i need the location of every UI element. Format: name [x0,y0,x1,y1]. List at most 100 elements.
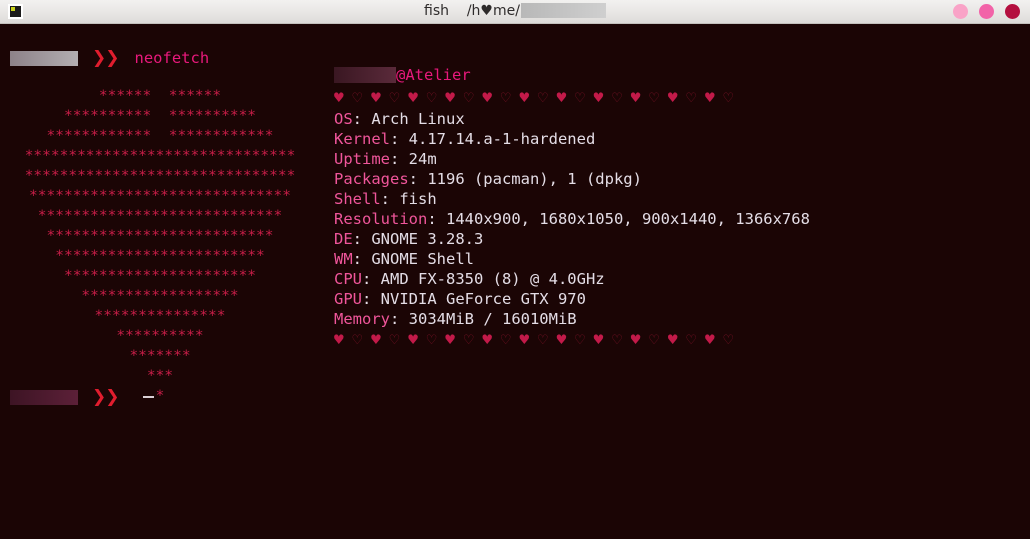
heart-filled-icon: ♥ [408,88,427,107]
neofetch-line-key: CPU [334,270,362,288]
heart-outline-icon: ♡ [352,330,372,349]
prompt-line-bottom[interactable]: ❯❯ [10,387,154,407]
neofetch-line-cpu: CPU: AMD FX-8350 (8) @ 4.0GHz [334,269,810,289]
prompt-chevron-icon-bottom: ❯❯ [92,387,119,407]
heart-filled-icon: ♥ [667,88,687,107]
title-bar: fish /h♥me/ [0,0,1030,24]
heart-filled-icon: ♥ [334,88,353,107]
heart-outline-icon: ♡ [538,88,557,107]
neofetch-line-memory: Memory: 3034MiB / 16010MiB [334,309,810,329]
neofetch-line-value: : AMD FX-8350 (8) @ 4.0GHz [362,270,605,288]
heart-filled-icon: ♥ [482,330,501,349]
neofetch-line-key: Kernel [334,130,390,148]
window-title: fish /h♥me/ [0,0,1030,23]
heart-separator-bottom: ♥♡♥♡♥♡♥♡♥♡♥♡♥♡♥♡♥♡♥♡♥♡ [334,329,810,351]
heart-filled-icon: ♥ [704,88,724,107]
heart-filled-icon: ♥ [445,88,464,107]
neofetch-line-value: : 24m [390,150,437,168]
window-title-path: /h♥me/ [466,3,520,19]
neofetch-line-value: : 1196 (pacman), 1 (dpkg) [408,170,642,188]
heart-outline-icon: ♡ [649,330,668,349]
heart-outline-icon: ♡ [723,88,743,107]
heart-outline-icon: ♡ [686,88,705,107]
heart-filled-icon: ♥ [371,330,390,349]
neofetch-line-value: : NVIDIA GeForce GTX 970 [362,290,586,308]
prompt-user-redacted [10,50,78,66]
window-controls [953,0,1020,23]
neofetch-line-key: GPU [334,290,362,308]
prompt-user-redacted-bottom [10,389,78,405]
neofetch-user-redacted [334,67,396,83]
neofetch-line-key: OS [334,110,353,128]
heart-outline-icon: ♡ [463,330,483,349]
heart-filled-icon: ♥ [593,330,613,349]
neofetch-line-key: Packages [334,170,409,188]
heart-filled-icon: ♥ [630,88,650,107]
heart-filled-icon: ♥ [519,330,539,349]
neofetch-line-key: Uptime [334,150,390,168]
window-title-redacted-user [520,3,606,18]
neofetch-line-value: : fish [380,190,437,208]
heart-outline-icon: ♡ [723,330,743,349]
heart-outline-icon: ♡ [500,330,520,349]
heart-outline-icon: ♡ [649,88,668,107]
heart-outline-icon: ♡ [352,88,372,107]
heart-outline-icon: ♡ [389,330,409,349]
heart-filled-icon: ♥ [445,330,464,349]
heart-outline-icon: ♡ [500,88,520,107]
heart-outline-icon: ♡ [389,88,409,107]
heart-outline-icon: ♡ [575,88,594,107]
heart-outline-icon: ♡ [426,330,446,349]
neofetch-line-packages: Packages: 1196 (pacman), 1 (dpkg) [334,169,810,189]
heart-outline-icon: ♡ [575,330,594,349]
heart-filled-icon: ♥ [482,88,501,107]
neofetch-userhost: @Atelier [334,65,810,86]
heart-filled-icon: ♥ [334,330,353,349]
neofetch-line-value: : Arch Linux [352,110,465,128]
heart-filled-icon: ♥ [593,88,613,107]
close-button[interactable] [1005,4,1020,19]
neofetch-line-value: : GNOME Shell [352,250,474,268]
heart-outline-icon: ♡ [463,88,483,107]
neofetch-line-resolution: Resolution: 1440x900, 1680x1050, 900x144… [334,209,810,229]
heart-separator-top: ♥♡♥♡♥♡♥♡♥♡♥♡♥♡♥♡♥♡♥♡♥♡ [334,87,810,109]
heart-outline-icon: ♡ [538,330,557,349]
neofetch-line-os: OS: Arch Linux [334,109,810,129]
neofetch-line-key: WM [334,250,353,268]
window-title-shell: fish [424,3,450,19]
heart-filled-icon: ♥ [667,330,687,349]
heart-filled-icon: ♥ [408,330,427,349]
neofetch-line-gpu: GPU: NVIDIA GeForce GTX 970 [334,289,810,309]
neofetch-line-value: : GNOME 3.28.3 [352,230,484,248]
text-cursor [142,396,154,398]
heart-outline-icon: ♡ [426,88,446,107]
neofetch-line-key: Resolution [334,210,428,228]
neofetch-line-key: DE [334,230,353,248]
neofetch-line-value: : 4.17.14.a-1-hardened [390,130,596,148]
minimize-button[interactable] [953,4,968,19]
heart-filled-icon: ♥ [704,330,724,349]
neofetch-hostname: @Atelier [396,66,471,84]
neofetch-info-lines: OS: Arch Linux Kernel: 4.17.14.a-1-harden… [334,109,810,329]
terminal-window: fish /h♥me/ ❯❯ neofetch ****** ****** **… [0,0,1030,539]
terminal-content[interactable]: ❯❯ neofetch ****** ****** ********** ***… [0,24,1030,539]
heart-filled-icon: ♥ [519,88,539,107]
maximize-button[interactable] [979,4,994,19]
heart-outline-icon: ♡ [612,330,631,349]
neofetch-line-key: Memory [334,310,390,328]
neofetch-line-value: : 1440x900, 1680x1050, 900x1440, 1366x76… [427,210,810,228]
neofetch-line-de: DE: GNOME 3.28.3 [334,229,810,249]
neofetch-line-value: : 3034MiB / 16010MiB [390,310,577,328]
prompt-chevron-icon: ❯❯ [92,48,119,68]
neofetch-line-kernel: Kernel: 4.17.14.a-1-hardened [334,129,810,149]
heart-outline-icon: ♡ [686,330,705,349]
prompt-line-top: ❯❯ neofetch [10,48,209,68]
heart-filled-icon: ♥ [556,88,576,107]
heart-filled-icon: ♥ [556,330,576,349]
prompt-command: neofetch [134,49,210,67]
heart-outline-icon: ♡ [612,88,631,107]
neofetch-line-key: Shell [334,190,381,208]
ascii-art-arch-logo: ****** ****** ********** ********** ****… [24,88,296,404]
neofetch-line-wm: WM: GNOME Shell [334,249,810,269]
heart-filled-icon: ♥ [371,88,390,107]
